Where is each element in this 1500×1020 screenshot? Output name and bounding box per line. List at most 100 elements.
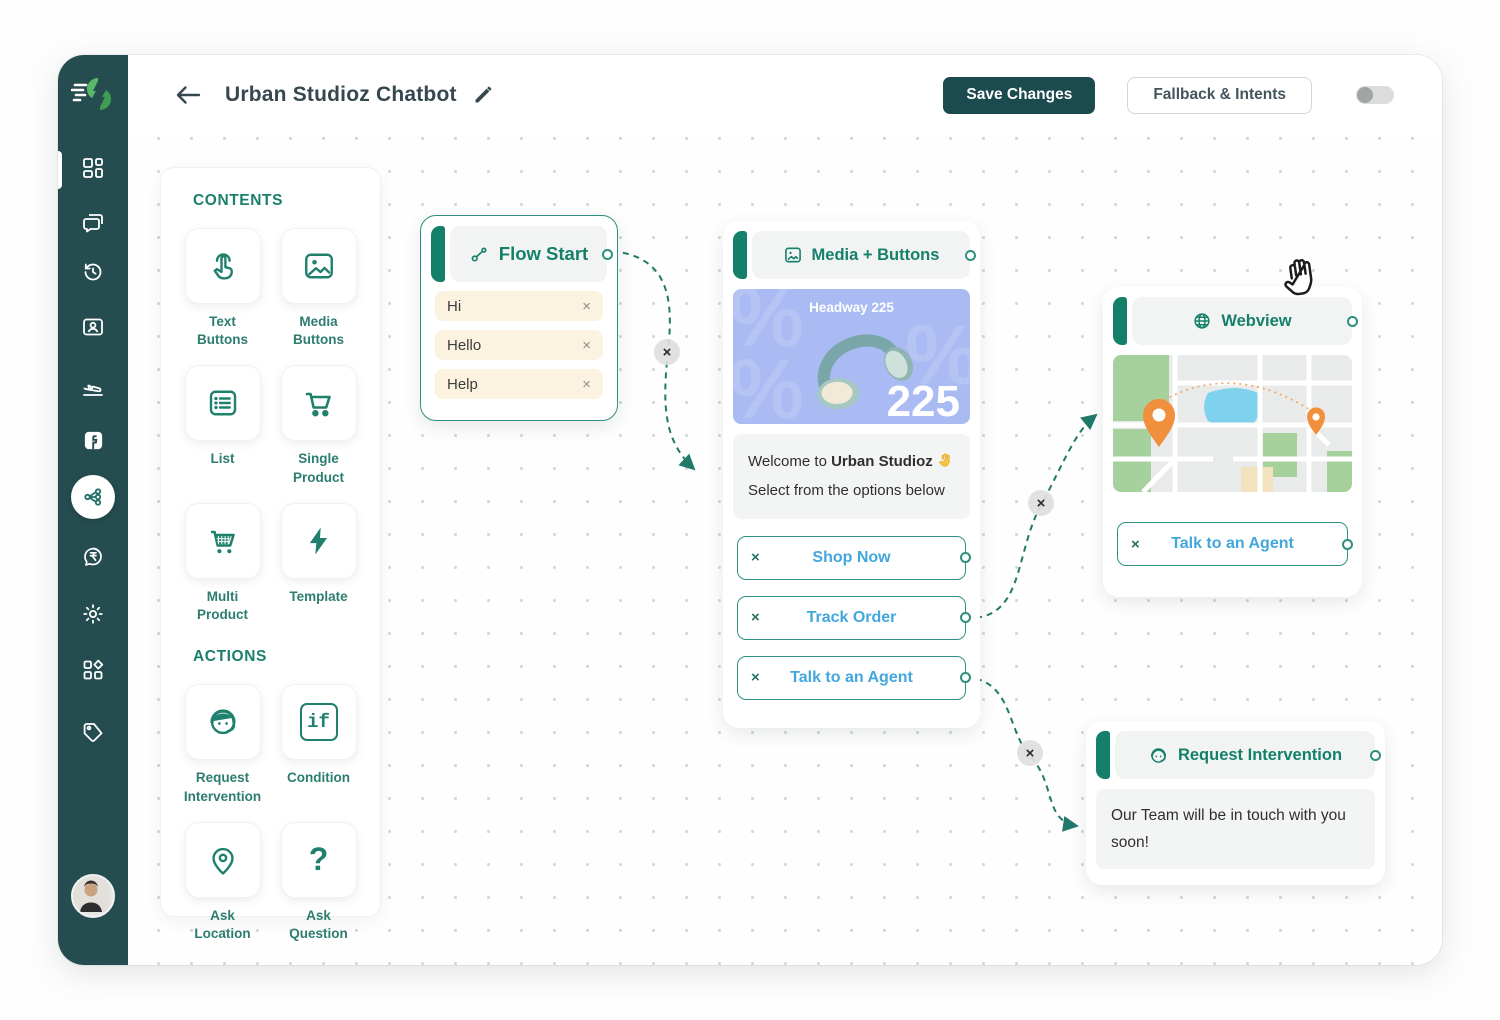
node-accent-bar <box>1096 731 1110 779</box>
grab-hand-cursor-icon <box>1275 252 1327 304</box>
intervention-node-header[interactable]: Request Intervention <box>1096 731 1375 779</box>
webview-talk-agent-button[interactable]: × Talk to an Agent <box>1117 522 1348 566</box>
contacts-icon <box>81 315 105 339</box>
user-avatar <box>71 874 115 918</box>
flow-canvas[interactable]: × × × CONTENTS Text Buttons <box>128 135 1442 965</box>
toggle-knob <box>1357 87 1373 103</box>
sidebar-item-payments[interactable] <box>58 535 128 579</box>
quick-reply-shop-now[interactable]: × Shop Now <box>737 536 966 580</box>
media-image[interactable]: % % % Headway 225 225 <box>733 289 970 424</box>
output-port[interactable] <box>960 612 971 623</box>
contents-grid: Text Buttons Media Buttons <box>185 228 357 640</box>
keyword-row[interactable]: Hi × <box>435 291 603 321</box>
sidebar-item-flow-builder[interactable] <box>58 475 128 519</box>
sidebar-item-settings[interactable] <box>58 592 128 636</box>
dashboard-icon <box>81 156 105 180</box>
tool-multi-product[interactable]: Multi Product <box>185 503 261 624</box>
header-actions: Save Changes Fallback & Intents <box>943 77 1394 114</box>
tool-text-buttons[interactable]: Text Buttons <box>185 228 261 349</box>
node-flow-start[interactable]: Flow Start Hi × Hello × Help × <box>420 215 618 421</box>
output-port[interactable] <box>1370 750 1381 761</box>
sidebar-item-tags[interactable] <box>58 710 128 754</box>
quick-reply-talk-agent[interactable]: × Talk to an Agent <box>737 656 966 700</box>
brand-logo-icon <box>71 75 115 113</box>
app-stage: Urban Studioz Chatbot Save Changes Fallb… <box>0 0 1500 1020</box>
cart-icon <box>301 385 337 421</box>
close-icon[interactable]: × <box>751 669 760 686</box>
bolt-icon <box>302 524 336 558</box>
flow-start-header[interactable]: Flow Start <box>431 226 607 282</box>
close-icon[interactable]: × <box>751 609 760 626</box>
cart-full-icon <box>205 523 241 559</box>
output-port[interactable] <box>960 672 971 683</box>
wire-delete-badge[interactable]: × <box>1017 740 1043 766</box>
sidebar-item-history[interactable] <box>58 250 128 294</box>
sidebar-item-contacts[interactable] <box>58 305 128 349</box>
settings-gear-icon <box>81 602 105 626</box>
close-icon[interactable]: × <box>582 337 591 354</box>
output-port[interactable] <box>960 552 971 563</box>
sidebar-item-integrations[interactable] <box>58 648 128 692</box>
node-accent-bar <box>431 226 445 282</box>
image-icon <box>783 245 803 265</box>
edit-title-button[interactable] <box>473 85 493 105</box>
close-icon[interactable]: × <box>582 298 591 315</box>
node-request-intervention[interactable]: Request Intervention Our Team will be in… <box>1086 721 1385 885</box>
sidebar-item-dashboard[interactable] <box>58 146 128 190</box>
actions-grid: Request Intervention if Condition Ask Lo… <box>185 684 357 959</box>
node-title: Media + Buttons <box>812 246 940 265</box>
close-icon: × <box>663 344 672 361</box>
keyword-row[interactable]: Hello × <box>435 330 603 360</box>
image-icon <box>301 248 337 284</box>
back-button[interactable] <box>175 84 201 106</box>
output-port[interactable] <box>602 249 613 260</box>
tool-list[interactable]: List <box>185 365 261 486</box>
sidebar-item-conversations[interactable] <box>58 200 128 244</box>
flow-builder-icon <box>81 485 105 509</box>
globe-icon <box>1192 311 1212 331</box>
output-port[interactable] <box>1347 316 1358 327</box>
top-header: Urban Studioz Chatbot Save Changes Fallb… <box>128 55 1442 136</box>
webview-node-header[interactable]: Webview <box>1113 297 1352 345</box>
avatar-photo-icon <box>73 876 109 912</box>
media-node-header[interactable]: Media + Buttons <box>733 231 970 279</box>
keyword-row[interactable]: Help × <box>435 369 603 399</box>
tap-hand-icon <box>205 248 241 284</box>
webview-map-image[interactable] <box>1113 355 1352 492</box>
node-media-buttons[interactable]: Media + Buttons % % % Headway 225 <box>723 221 980 728</box>
close-icon[interactable]: × <box>751 549 760 566</box>
output-port[interactable] <box>1342 539 1353 550</box>
sidebar-item-facebook[interactable] <box>58 418 128 462</box>
tool-template[interactable]: Template <box>281 503 357 624</box>
wire-flowstart-media <box>612 251 694 469</box>
tool-media-buttons[interactable]: Media Buttons <box>281 228 357 349</box>
wire-trackorder-webview <box>965 415 1096 618</box>
save-changes-button[interactable]: Save Changes <box>943 77 1095 114</box>
question-mark-icon: ? <box>309 841 329 878</box>
close-icon[interactable]: × <box>1131 536 1140 553</box>
tool-request-intervention[interactable]: Request Intervention <box>185 684 261 805</box>
sidebar <box>58 55 128 965</box>
node-webview[interactable]: Webview <box>1103 287 1362 597</box>
sidebar-item-broadcast[interactable] <box>58 365 128 409</box>
payments-rupee-icon <box>81 545 105 569</box>
facebook-icon <box>82 429 105 452</box>
tool-single-product[interactable]: Single Product <box>281 365 357 486</box>
wire-delete-badge[interactable]: × <box>1028 490 1054 516</box>
history-icon <box>81 260 105 284</box>
wire-delete-badge[interactable]: × <box>654 339 680 365</box>
close-icon: × <box>1037 495 1046 512</box>
bot-toggle[interactable] <box>1356 86 1394 104</box>
fallback-intents-button[interactable]: Fallback & Intents <box>1127 77 1312 114</box>
welcome-message[interactable]: Welcome to Urban Studioz Select from the… <box>733 434 970 519</box>
tool-condition[interactable]: if Condition <box>281 684 357 805</box>
sidebar-item-profile[interactable] <box>58 874 128 918</box>
quick-reply-track-order[interactable]: × Track Order <box>737 596 966 640</box>
pencil-icon <box>473 85 493 105</box>
tool-ask-question[interactable]: ? Ask Question <box>281 822 357 943</box>
intervention-message[interactable]: Our Team will be in touch with you soon! <box>1096 789 1375 869</box>
tool-ask-location[interactable]: Ask Location <box>185 822 261 943</box>
output-port[interactable] <box>965 250 976 261</box>
close-icon[interactable]: × <box>582 376 591 393</box>
brand-logo[interactable] <box>58 55 128 133</box>
